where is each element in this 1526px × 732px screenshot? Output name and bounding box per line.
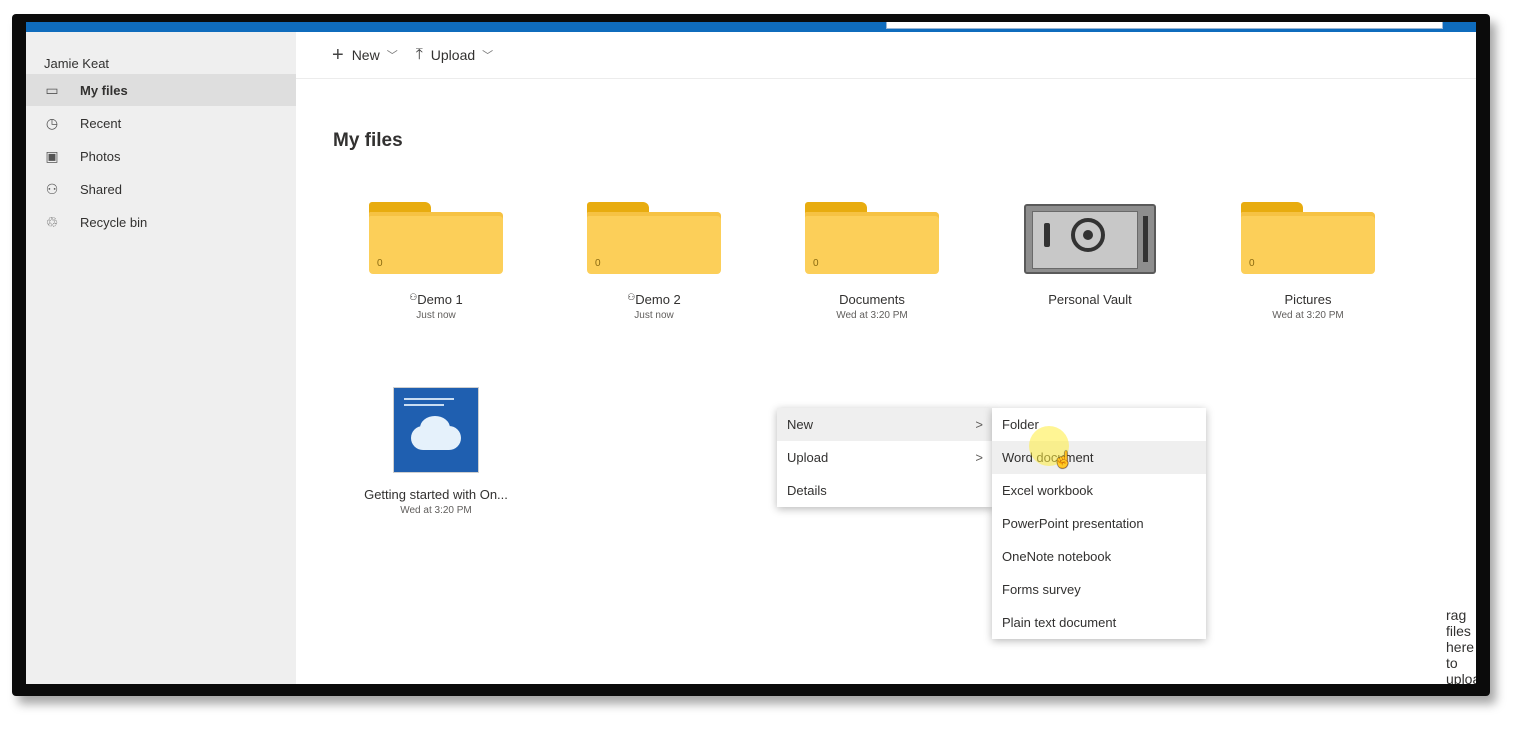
folder-icon: 0 [1241,202,1375,274]
folder-tile-pictures[interactable]: 0 Pictures Wed at 3:20 PM [1208,202,1408,321]
submenu-item-powerpoint-presentation[interactable]: PowerPoint presentation [992,507,1206,540]
sidebar-item-recycle-bin[interactable]: ♲ Recycle bin [26,206,296,238]
tile-name: Personal Vault [1048,292,1132,307]
upload-button-label: Upload [430,47,476,63]
menu-item-new[interactable]: New > [777,408,993,441]
command-bar: + New ﹀ ⤒ Upload ﹀ [296,32,1476,79]
photo-icon: ▣ [45,147,59,164]
folder-tile-demo-2[interactable]: 0 ⚇Demo 2 Just now [554,202,754,321]
recycle-bin-icon: ♲ [45,213,59,230]
onedrive-window: Jamie Keat ▭ My files ◷ Recent ▣ Photos … [26,22,1476,684]
tile-modified: Wed at 3:20 PM [836,310,908,321]
submenu-item-onenote-notebook[interactable]: OneNote notebook [992,540,1206,573]
chevron-right-icon: > [975,450,983,465]
vault-tile-personal-vault[interactable]: Personal Vault [990,204,1190,307]
tile-name: Demo 2 [635,292,681,307]
folder-icon: 0 [587,202,721,274]
sidebar-item-photos[interactable]: ▣ Photos [26,140,296,172]
file-tile-getting-started[interactable]: Getting started with On... Wed at 3:20 P… [336,387,536,516]
chevron-down-icon: ﹀ [386,50,398,62]
user-name: Jamie Keat [44,56,110,71]
tile-modified: Just now [416,310,456,321]
tile-name: Demo 1 [417,292,463,307]
search-box[interactable] [886,22,1443,29]
tile-modified: Wed at 3:20 PM [400,505,472,516]
submenu-item-folder[interactable]: Folder [992,408,1206,441]
submenu-item-forms-survey[interactable]: Forms survey [992,573,1206,606]
sidebar: Jamie Keat ▭ My files ◷ Recent ▣ Photos … [26,32,296,684]
sidebar-item-label: Photos [80,148,121,164]
chevron-right-icon: > [975,417,983,432]
hand-cursor-icon: ☝ [1053,452,1073,469]
tile-name: Documents [839,292,905,307]
menu-item-label: Details [787,483,827,498]
plus-icon: + [332,43,344,66]
sidebar-item-my-files[interactable]: ▭ My files [26,74,296,106]
tile-name: Pictures [1284,292,1332,307]
upload-button[interactable]: ⤒ Upload ﹀ [416,46,493,64]
folder-tile-demo-1[interactable]: 0 ⚇Demo 1 Just now [336,202,536,321]
menu-item-details[interactable]: Details [777,474,993,507]
item-count: 0 [1249,258,1255,269]
chevron-down-icon: ﹀ [482,50,494,62]
folder-icon: ▭ [45,81,59,98]
menu-item-label: New [787,417,814,432]
menu-item-label: Excel workbook [1002,483,1094,498]
new-button-label: New [351,47,380,63]
new-submenu: Folder Word document Excel workbook Powe… [992,408,1206,639]
menu-item-label: Folder [1002,417,1039,432]
tile-modified: Just now [634,310,674,321]
submenu-item-word-document[interactable]: Word document [992,441,1206,474]
menu-item-upload[interactable]: Upload > [777,441,993,474]
context-menu: New > Upload > Details [777,408,993,507]
sidebar-item-label: Shared [80,181,122,197]
submenu-item-excel-workbook[interactable]: Excel workbook [992,474,1206,507]
tile-modified: Wed at 3:20 PM [1272,310,1344,321]
tile-name: Getting started with On... [364,487,508,502]
folder-icon: 0 [369,202,503,274]
upload-icon: ⤒ [415,46,423,63]
item-count: 0 [813,258,819,269]
sidebar-item-label: Recent [80,115,122,131]
new-button[interactable]: + New ﹀ [332,44,398,67]
main-content: + New ﹀ ⤒ Upload ﹀ My files 0 ⚇Demo 1 Ju… [296,32,1476,684]
drag-drop-hint: rag files here to upload [1446,607,1476,684]
item-count: 0 [377,258,383,269]
vault-icon [1024,204,1156,274]
page-title: My files [333,130,403,151]
folder-tile-documents[interactable]: 0 Documents Wed at 3:20 PM [772,202,972,321]
sidebar-item-label: Recycle bin [80,214,148,230]
clock-icon: ◷ [45,114,59,131]
menu-item-label: Plain text document [1002,615,1117,630]
menu-item-label: OneNote notebook [1002,549,1112,564]
menu-item-label: Forms survey [1002,582,1081,597]
sidebar-item-label: My files [80,82,128,98]
sidebar-item-recent[interactable]: ◷ Recent [26,107,296,139]
menu-item-label: PowerPoint presentation [1002,516,1144,531]
submenu-item-plain-text-document[interactable]: Plain text document [992,606,1206,639]
document-thumbnail [393,387,479,473]
item-count: 0 [595,258,601,269]
menu-item-label: Upload [787,450,829,465]
sidebar-item-shared[interactable]: ⚇ Shared [26,173,296,205]
folder-icon: 0 [805,202,939,274]
shared-icon: ⚇ [45,180,59,197]
